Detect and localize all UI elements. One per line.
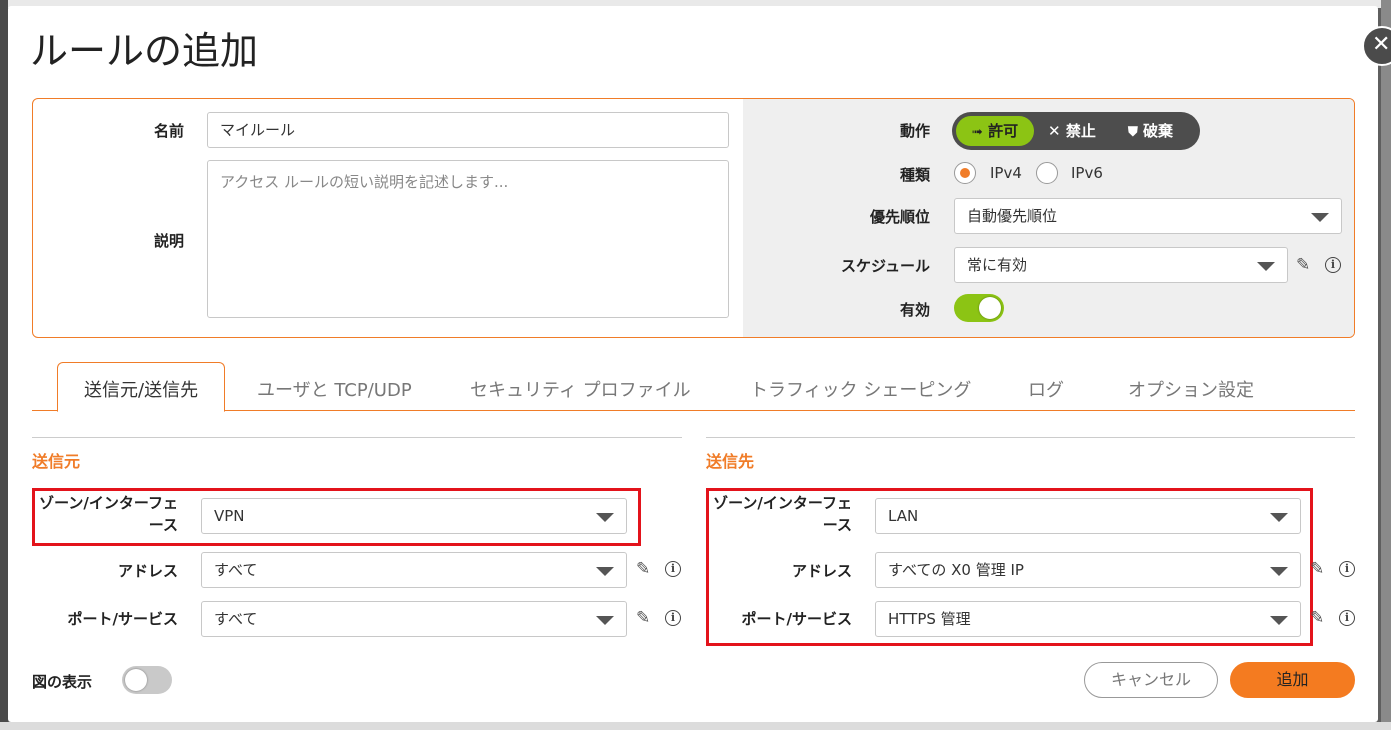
info-icon[interactable]: i: [1339, 610, 1355, 626]
priority-label: 優先順位: [869, 208, 930, 226]
source-divider: [32, 437, 682, 438]
chevron-down-icon: [1311, 213, 1329, 222]
destination-address-select[interactable]: すべての X0 管理 IP: [875, 552, 1301, 588]
action-deny-label: 禁止: [1065, 122, 1096, 140]
description-label: 説明: [153, 232, 184, 250]
destination-zone-select[interactable]: LAN: [875, 498, 1301, 534]
action-allow-button[interactable]: ➟ 許可: [956, 116, 1034, 146]
tab-user-tcp-udp[interactable]: ユーザと TCP/UDP: [257, 372, 412, 410]
background-bottom: [0, 722, 1391, 730]
info-icon[interactable]: i: [665, 610, 681, 626]
chevron-down-icon: [596, 513, 614, 522]
action-label: 動作: [899, 122, 930, 140]
schedule-value: 常に有効: [967, 256, 1028, 274]
name-field[interactable]: マイルール: [207, 112, 729, 148]
destination-zone-label: ゾーン/インターフェース: [713, 494, 852, 534]
add-rule-dialog: ルールの追加 名前 マイルール 説明 アクセス ルールの短い説明を記述します..…: [8, 6, 1378, 722]
tab-log[interactable]: ログ: [1028, 372, 1064, 410]
action-discard-button[interactable]: ⛊ 破棄: [1128, 112, 1173, 150]
pencil-icon[interactable]: ✎: [1296, 255, 1310, 275]
dialog-title: ルールの追加: [30, 29, 259, 73]
source-port-value: すべて: [214, 610, 258, 628]
toggle-knob: [125, 669, 147, 691]
source-heading: 送信元: [32, 452, 81, 471]
info-icon[interactable]: i: [665, 561, 681, 577]
source-port-select[interactable]: すべて: [201, 601, 627, 637]
shield-icon: ⛊: [1128, 125, 1138, 140]
chevron-down-icon: [1270, 616, 1288, 625]
tab-source-destination[interactable]: 送信元/送信先: [57, 362, 226, 412]
source-address-label: アドレス: [117, 562, 178, 580]
chevron-down-icon: [1270, 513, 1288, 522]
destination-port-select[interactable]: HTTPS 管理: [875, 601, 1301, 637]
add-button[interactable]: 追加: [1230, 662, 1355, 698]
action-segmented-control: ➟ 許可 ✕ 禁止 ⛊ 破棄: [952, 112, 1200, 150]
type-ipv6-label: IPv6: [1071, 164, 1103, 182]
chevron-down-icon: [596, 616, 614, 625]
info-icon[interactable]: i: [1325, 257, 1341, 273]
schedule-select[interactable]: 常に有効: [954, 247, 1288, 283]
type-ipv4-label: IPv4: [990, 164, 1022, 182]
destination-port-label: ポート/サービス: [741, 610, 852, 628]
action-allow-label: 許可: [988, 122, 1019, 140]
action-deny-button[interactable]: ✕ 禁止: [1048, 112, 1096, 150]
diagram-toggle[interactable]: [122, 666, 172, 694]
destination-address-value: すべての X0 管理 IP: [888, 561, 1024, 579]
source-zone-select[interactable]: VPN: [201, 498, 627, 534]
name-label: 名前: [153, 122, 184, 140]
chevron-down-icon: [596, 567, 614, 576]
chevron-down-icon: [1257, 262, 1275, 271]
enable-label: 有効: [899, 301, 930, 319]
destination-port-value: HTTPS 管理: [888, 610, 971, 628]
pencil-icon[interactable]: ✎: [1310, 608, 1324, 628]
tab-security-profile[interactable]: セキュリティ プロファイル: [470, 372, 691, 410]
priority-value: 自動優先順位: [967, 207, 1058, 225]
source-address-value: すべて: [214, 561, 258, 579]
destination-divider: [706, 437, 1355, 438]
cancel-button[interactable]: キャンセル: [1084, 662, 1218, 698]
destination-heading: 送信先: [706, 452, 755, 471]
x-icon: ✕: [1048, 122, 1061, 140]
pencil-icon[interactable]: ✎: [636, 559, 650, 579]
description-field[interactable]: アクセス ルールの短い説明を記述します...: [207, 160, 729, 318]
source-port-label: ポート/サービス: [67, 610, 178, 628]
enable-toggle[interactable]: [954, 294, 1004, 322]
info-icon[interactable]: i: [1339, 561, 1355, 577]
type-ipv4-radio[interactable]: [954, 162, 976, 184]
destination-address-label: アドレス: [791, 562, 852, 580]
tab-optional-settings[interactable]: オプション設定: [1128, 372, 1254, 410]
pencil-icon[interactable]: ✎: [1310, 559, 1324, 579]
background-right: [1381, 0, 1391, 730]
type-label: 種類: [899, 166, 930, 184]
arrow-right-icon: ➟: [971, 125, 983, 140]
source-zone-label: ゾーン/インターフェース: [39, 494, 178, 534]
background-left: [0, 0, 8, 730]
type-ipv6-radio[interactable]: [1036, 162, 1058, 184]
action-discard-label: 破棄: [1143, 122, 1174, 140]
destination-zone-value: LAN: [888, 507, 919, 525]
priority-select[interactable]: 自動優先順位: [954, 198, 1342, 234]
chevron-down-icon: [1270, 567, 1288, 576]
source-zone-value: VPN: [214, 507, 245, 525]
source-address-select[interactable]: すべて: [201, 552, 627, 588]
pencil-icon[interactable]: ✎: [636, 608, 650, 628]
diagram-label: 図の表示: [32, 673, 93, 691]
schedule-label: スケジュール: [841, 257, 930, 275]
tab-traffic-shaping[interactable]: トラフィック シェーピング: [750, 372, 971, 410]
toggle-knob: [979, 297, 1001, 319]
tabs-underline: [32, 410, 1355, 411]
